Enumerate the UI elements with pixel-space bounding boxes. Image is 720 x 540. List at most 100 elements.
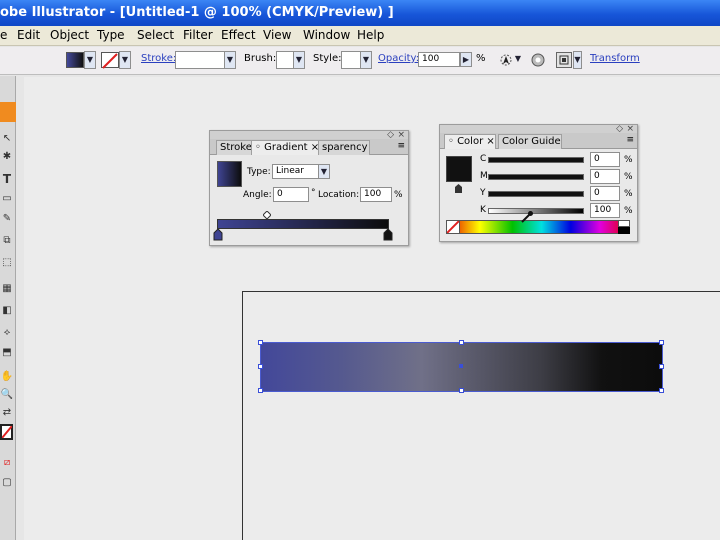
gradient-stop-end-icon[interactable] [383, 228, 393, 241]
stroke-weight-field[interactable] [175, 51, 225, 69]
tab-gradient-label: Gradient [264, 142, 308, 153]
selection-handle-tc[interactable] [459, 340, 464, 345]
panel-menu-icon[interactable]: ≡ [397, 141, 405, 151]
stroke-dropdown-icon[interactable]: ▼ [119, 51, 131, 69]
hand-tool-icon[interactable]: ✋ [0, 370, 14, 384]
fill-color-swatch[interactable] [446, 156, 472, 182]
brush-label: Brush: [244, 53, 277, 64]
selection-handle-tl[interactable] [258, 340, 263, 345]
none-color-icon[interactable]: ⧄ [0, 456, 14, 470]
menu-select[interactable]: Select [137, 28, 174, 42]
gradient-panel-drag-bar[interactable]: ◇ × [210, 130, 408, 140]
graphic-style-dropdown-icon[interactable]: ▼ [514, 51, 522, 69]
gradient-type-select[interactable]: Linear [272, 164, 320, 179]
menu-file[interactable]: e [0, 28, 7, 42]
menu-type[interactable]: Type [97, 28, 125, 42]
menu-view[interactable]: View [263, 28, 291, 42]
tab-color-label: Color [457, 136, 484, 147]
opacity-label-link[interactable]: Opacity: [378, 53, 419, 64]
tab-stroke[interactable]: Stroke [216, 140, 252, 155]
screen-mode-icon[interactable]: ▢ [0, 476, 14, 490]
zoom-tool-icon[interactable]: 🔍 [0, 388, 14, 402]
pencil-tool-icon[interactable]: ✎ [0, 212, 14, 226]
gradient-type-dropdown-icon[interactable]: ▼ [318, 164, 330, 179]
free-transform-tool-icon[interactable]: ⬚ [0, 256, 14, 270]
selection-handle-bl[interactable] [258, 388, 263, 393]
gradient-midpoint-icon[interactable] [262, 209, 272, 220]
menu-help[interactable]: Help [357, 28, 384, 42]
stroke-color-indicator[interactable] [0, 424, 13, 440]
lasso-tool-icon[interactable]: ✱ [0, 150, 14, 164]
recolor-icon[interactable] [530, 52, 546, 68]
rectangle-tool-icon[interactable]: ▭ [0, 192, 14, 206]
brush-dropdown-icon[interactable]: ▼ [293, 51, 305, 69]
channel-c-input[interactable]: 0 [590, 152, 620, 167]
tab-transparency[interactable]: sparency [318, 140, 370, 155]
fill-swatch[interactable] [66, 52, 84, 68]
swap-fill-stroke-icon[interactable]: ⇄ [0, 406, 14, 420]
selection-handle-br[interactable] [659, 388, 664, 393]
menu-bar: e Edit Object Type Select Filter Effect … [0, 26, 720, 46]
selection-handle-ml[interactable] [258, 364, 263, 369]
gradient-stop-start-icon[interactable] [213, 228, 223, 241]
color-panel-drag-bar[interactable]: ◇ × [440, 124, 637, 134]
channel-y-input[interactable]: 0 [590, 186, 620, 201]
panel-menu-icon[interactable]: ≡ [626, 135, 634, 145]
tab-gradient[interactable]: ◦ Gradient × [251, 140, 319, 155]
color-spectrum[interactable] [446, 220, 630, 234]
tab-color-close-icon[interactable]: × [486, 136, 494, 147]
blend-tool-icon[interactable]: ⟡ [0, 326, 14, 340]
direct-selection-tool-icon[interactable]: ↖ [0, 132, 14, 146]
gradient-ramp[interactable] [217, 219, 389, 229]
style-label: Style: [313, 53, 342, 64]
channel-k-input[interactable]: 100 [590, 203, 620, 218]
opacity-arrow-icon[interactable]: ▶ [460, 52, 472, 67]
stroke-weight-dropdown-icon[interactable]: ▼ [224, 51, 236, 69]
angle-input[interactable]: 0 [273, 187, 309, 202]
gradient-panel-tabs: Stroke ◦ Gradient × sparency ≡ [210, 139, 408, 155]
gradient-tool-icon[interactable]: ◧ [0, 304, 14, 318]
scale-tool-icon[interactable]: ⧉ [0, 234, 14, 248]
selection-center-point[interactable] [459, 364, 463, 368]
align-icon[interactable] [556, 52, 572, 68]
title-bar[interactable]: obe Illustrator - [Untitled-1 @ 100% (CM… [0, 0, 720, 26]
tools-panel-header[interactable] [0, 102, 16, 122]
tab-color-guide[interactable]: Color Guide [498, 134, 562, 149]
location-input[interactable]: 100 [360, 187, 392, 202]
black-swatch[interactable] [618, 227, 630, 234]
channel-m-input[interactable]: 0 [590, 169, 620, 184]
channel-c-slider[interactable] [488, 157, 584, 163]
menu-object[interactable]: Object [50, 28, 89, 42]
none-color-swatch[interactable] [446, 220, 460, 234]
gradient-preview-swatch[interactable] [217, 161, 242, 187]
selection-handle-mr[interactable] [659, 364, 664, 369]
live-paint-tool-icon[interactable]: ⬒ [0, 346, 14, 360]
menu-edit[interactable]: Edit [17, 28, 40, 42]
brush-swatch[interactable] [276, 51, 294, 69]
channel-y-slider[interactable] [488, 191, 584, 197]
transform-link[interactable]: Transform [590, 53, 640, 64]
white-swatch[interactable] [618, 220, 630, 227]
out-of-gamut-icon[interactable] [454, 184, 463, 194]
channel-m-slider[interactable] [488, 174, 584, 180]
selection-handle-bc[interactable] [459, 388, 464, 393]
graph-tool-icon[interactable]: ▦ [0, 282, 14, 296]
fill-dropdown-icon[interactable]: ▼ [84, 51, 96, 69]
selection-handle-tr[interactable] [659, 340, 664, 345]
type-tool-icon[interactable]: T [0, 172, 14, 186]
menu-filter[interactable]: Filter [183, 28, 213, 42]
style-dropdown-icon[interactable]: ▼ [360, 51, 372, 69]
menu-effect[interactable]: Effect [221, 28, 256, 42]
location-label: Location: [318, 190, 360, 200]
stroke-none-swatch[interactable] [101, 52, 119, 69]
menu-window[interactable]: Window [303, 28, 350, 42]
tools-panel: ↖ ✱ T ▭ ✎ ⧉ ⬚ ▦ ◧ ⟡ ⬒ ✋ 🔍 ⇄ ⧄ ▢ [0, 76, 16, 540]
graphic-style-icon[interactable] [498, 52, 514, 68]
stroke-label-link[interactable]: Stroke: [141, 53, 176, 64]
style-swatch[interactable] [341, 51, 361, 69]
type-label: Type: [247, 167, 271, 177]
align-dropdown-icon[interactable]: ▼ [573, 51, 582, 69]
tab-color[interactable]: ◦ Color × [444, 134, 496, 149]
channel-k-slider[interactable] [488, 208, 584, 214]
opacity-input[interactable]: 100 [418, 52, 460, 67]
